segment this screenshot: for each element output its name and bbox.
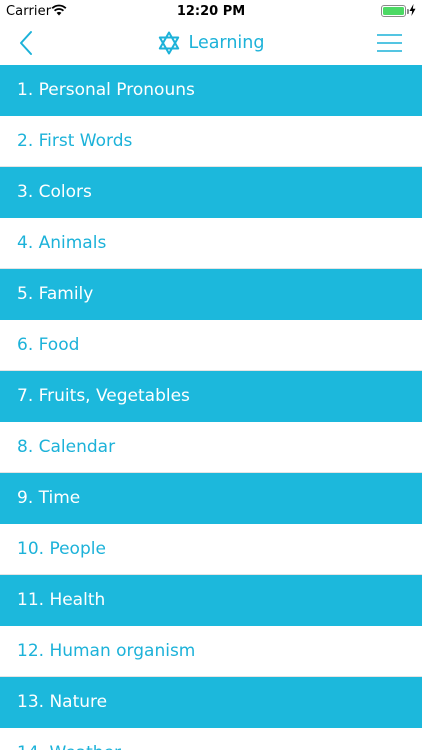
list-item-label: 10. People	[17, 539, 106, 559]
list-item[interactable]: 3. Colors	[0, 167, 422, 218]
list-item-label: 7. Fruits, Vegetables	[17, 386, 190, 406]
list-item-label: 1. Personal Pronouns	[17, 80, 195, 100]
list-item-label: 14. Weather	[17, 743, 121, 750]
list-item-label: 11. Health	[17, 590, 106, 610]
clock: 12:20 PM	[176, 4, 246, 19]
list-item[interactable]: 5. Family	[0, 269, 422, 320]
list-item-label: 13. Nature	[17, 692, 108, 712]
list-item-label: 9. Time	[17, 488, 81, 508]
list-item-label: 12. Human organism	[17, 641, 196, 661]
list-item-label: 6. Food	[17, 335, 80, 355]
list-item[interactable]: 2. First Words	[0, 116, 422, 167]
list-item[interactable]: 6. Food	[0, 320, 422, 371]
list-item[interactable]: 8. Calendar	[0, 422, 422, 473]
page-title: Learning	[188, 33, 265, 53]
topic-list: 1. Personal Pronouns 2. First Words 3. Col…	[0, 65, 422, 750]
list-item[interactable]: 9. Time	[0, 473, 422, 524]
list-item-label: 4. Animals	[17, 233, 107, 253]
status-bar: Carrier 12:20 PM	[0, 0, 422, 22]
battery-icon	[381, 5, 406, 17]
list-item-label: 5. Family	[17, 284, 94, 304]
list-item[interactable]: 7. Fruits, Vegetables	[0, 371, 422, 422]
list-item[interactable]: 10. People	[0, 524, 422, 575]
bolt-icon	[409, 4, 416, 20]
battery-level	[383, 7, 404, 15]
list-item[interactable]: 4. Animals	[0, 218, 422, 269]
hamburger-menu-icon	[377, 34, 402, 52]
menu-button[interactable]	[377, 33, 402, 53]
star-of-david-icon	[158, 31, 179, 55]
list-item-label: 2. First Words	[17, 131, 133, 151]
nav-title-group: Learning	[0, 28, 422, 58]
list-item[interactable]: 12. Human organism	[0, 626, 422, 677]
list-item[interactable]: 11. Health	[0, 575, 422, 626]
list-item[interactable]: 13. Nature	[0, 677, 422, 728]
list-item-label: 8. Calendar	[17, 437, 116, 457]
list-item-label: 3. Colors	[17, 182, 92, 202]
list-item[interactable]: 1. Personal Pronouns	[0, 65, 422, 116]
navigation-bar: Learning	[0, 22, 422, 65]
list-item[interactable]: 14. Weather	[0, 728, 422, 750]
